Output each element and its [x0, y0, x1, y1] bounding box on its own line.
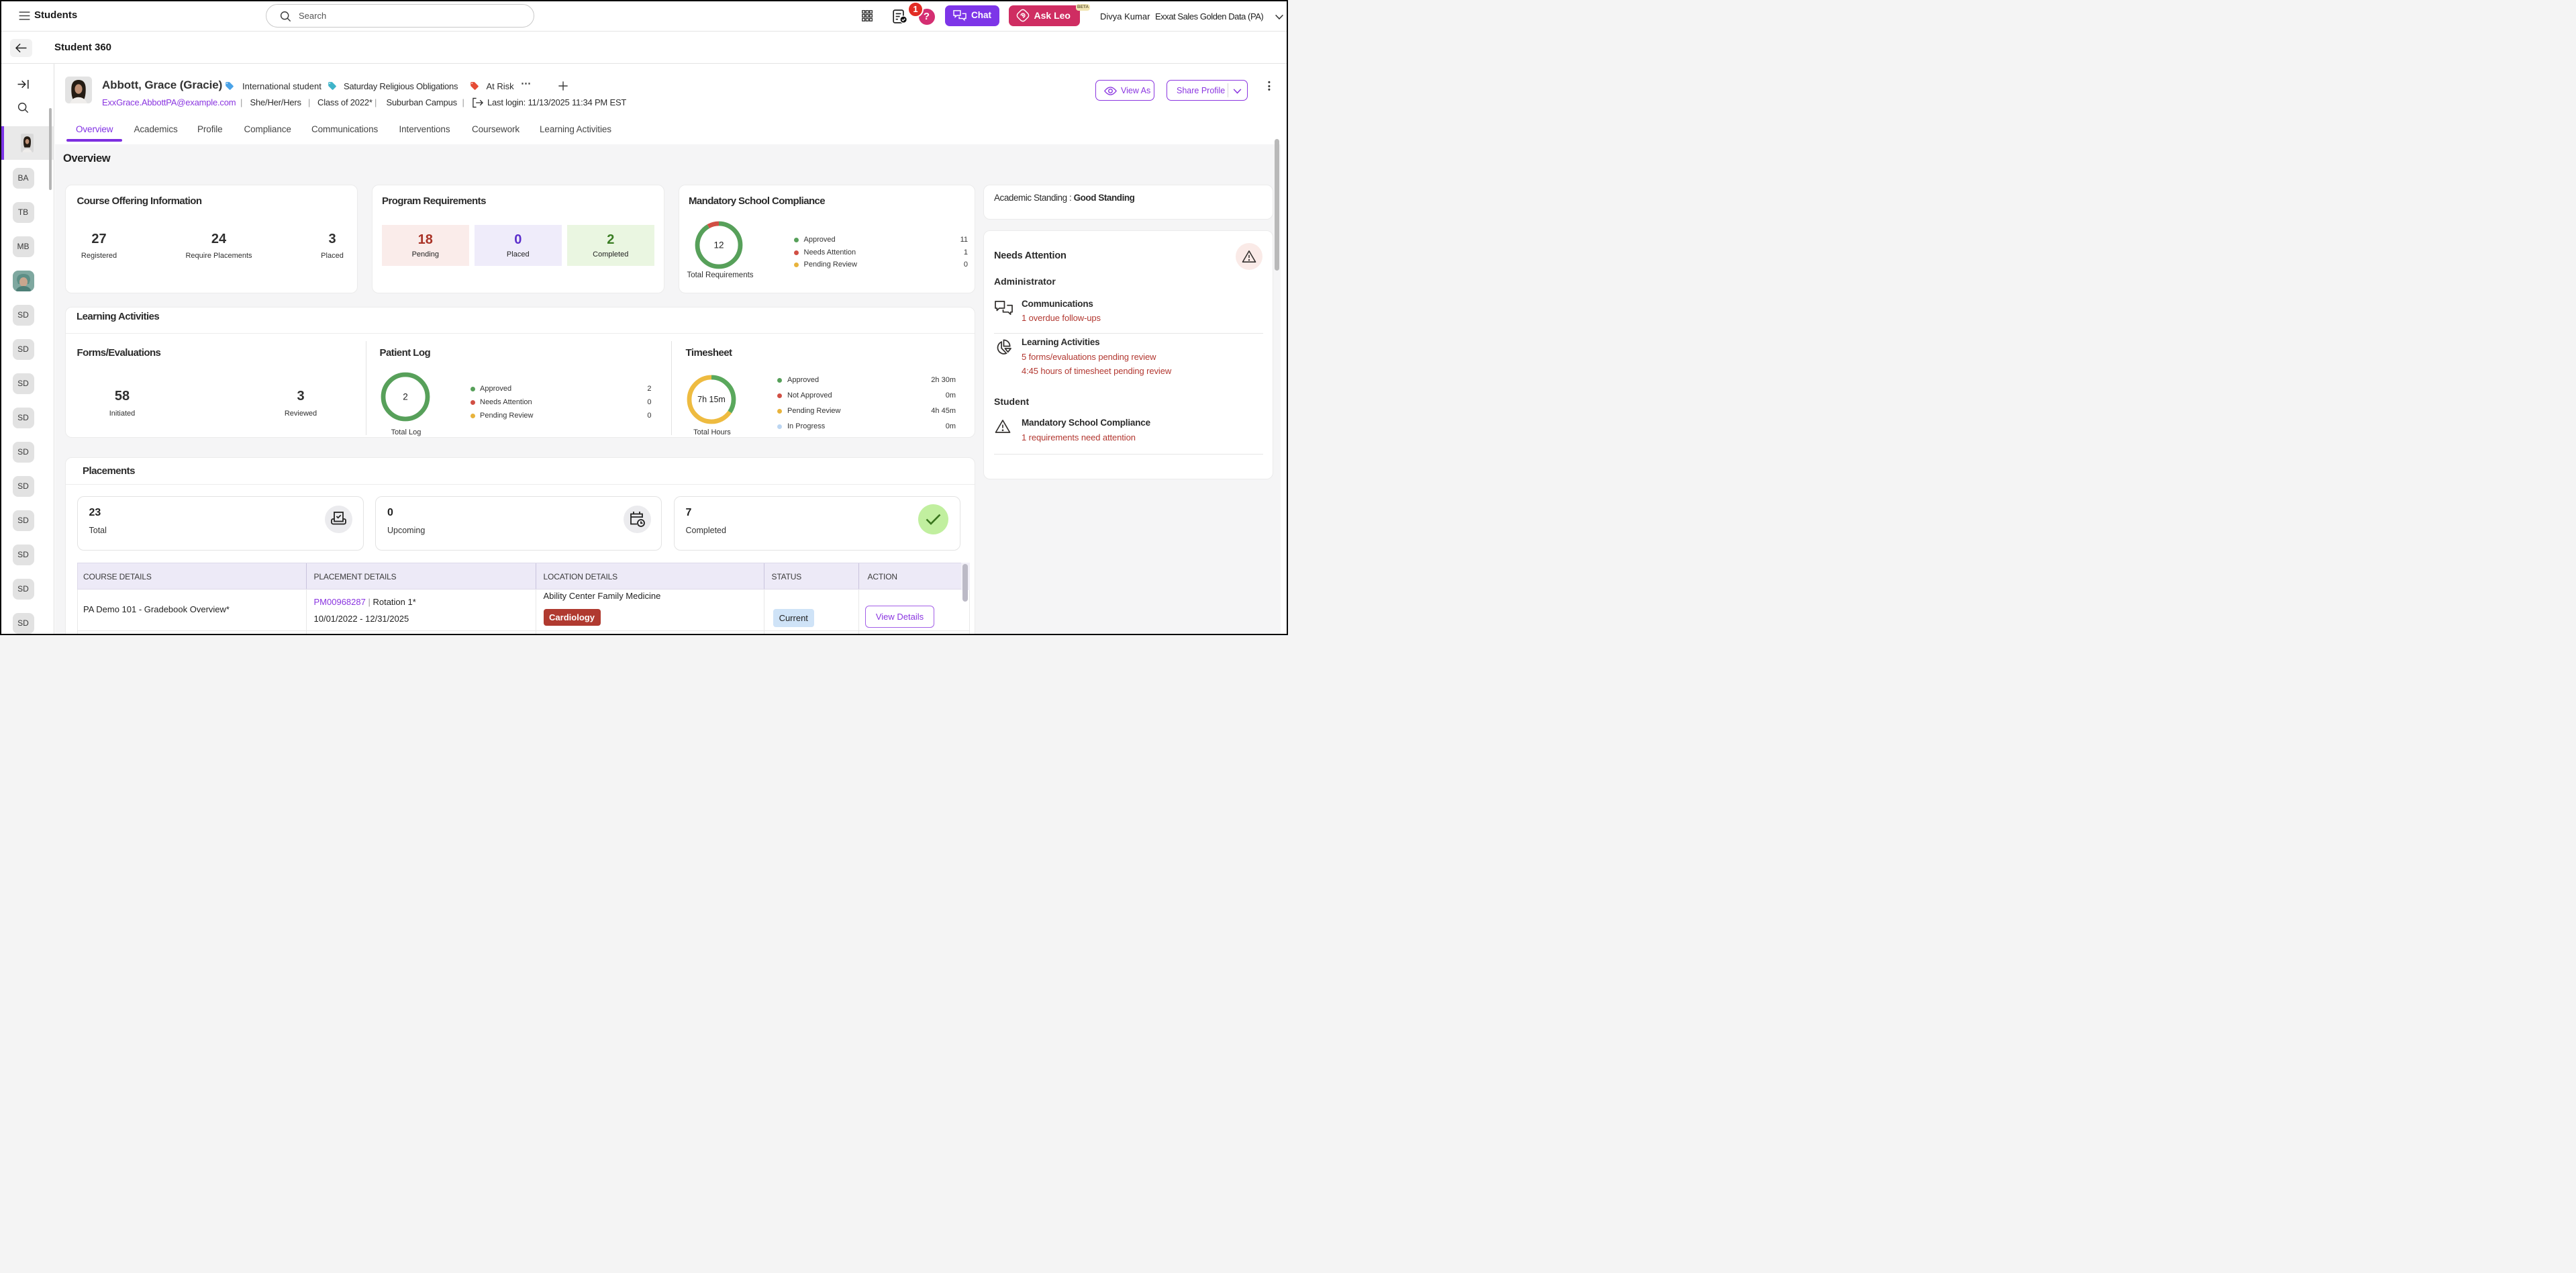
svg-text:2: 2 — [403, 391, 408, 402]
svg-text:7h 15m: 7h 15m — [697, 395, 726, 404]
svg-text:12: 12 — [713, 240, 724, 250]
